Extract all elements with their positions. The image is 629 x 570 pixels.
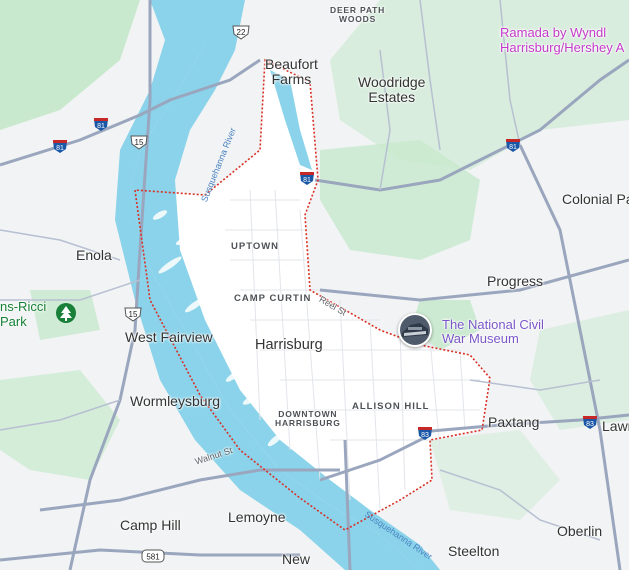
label-deer-path-woods: DEER PATH WOODS	[330, 5, 386, 25]
poi-ramada-label[interactable]: Ramada by Wyndl Harrisburg/Hershey A	[500, 25, 624, 56]
label-camp-curtin: CAMP CURTIN	[234, 293, 312, 304]
label-beaufort-farms[interactable]: Beaufort Farms	[265, 56, 318, 88]
label-allison-hill: ALLISON HILL	[352, 401, 430, 412]
svg-text:81: 81	[97, 123, 105, 130]
map-canvas[interactable]: 22 81 81 81 81 15 15 83 83 581 DEER PATH…	[0, 0, 629, 570]
label-uptown: UPTOWN	[231, 241, 280, 252]
label-lemoyne[interactable]: Lemoyne	[228, 509, 286, 525]
label-lawnton[interactable]: Lawn	[602, 418, 629, 434]
us15-top-number: 15	[135, 138, 144, 147]
label-woodridge-estates[interactable]: Woodridge Estates	[358, 74, 425, 106]
label-west-fairview[interactable]: West Fairview	[125, 329, 213, 345]
label-progress[interactable]: Progress	[487, 273, 543, 289]
poi-park-label[interactable]: ns-Ricci Park	[0, 299, 46, 330]
label-harrisburg[interactable]: Harrisburg	[255, 337, 323, 354]
tree-icon[interactable]	[56, 303, 76, 323]
us22-number: 22	[237, 28, 246, 37]
i81-mid-number: 81	[303, 177, 311, 184]
label-new-cumberland[interactable]: New	[282, 551, 310, 567]
i83-right-number: 83	[586, 421, 594, 428]
label-steelton[interactable]: Steelton	[448, 543, 499, 559]
label-paxtang[interactable]: Paxtang	[488, 414, 539, 430]
label-oberlin[interactable]: Oberlin	[557, 523, 602, 539]
label-colonial-park[interactable]: Colonial Park	[562, 191, 629, 207]
route581-number: 581	[146, 553, 160, 562]
i81-right-number: 81	[509, 144, 517, 151]
label-enola[interactable]: Enola	[76, 247, 112, 263]
i81-left-number: 81	[56, 145, 64, 152]
us15-bottom-number: 15	[129, 310, 138, 319]
museum-photo-icon[interactable]	[398, 313, 432, 347]
label-wormleysburg[interactable]: Wormleysburg	[130, 393, 220, 409]
label-camp-hill[interactable]: Camp Hill	[120, 517, 181, 533]
label-downtown-harrisburg: DOWNTOWN HARRISBURG	[275, 409, 341, 429]
i83-center-number: 83	[421, 432, 429, 439]
poi-museum-label[interactable]: The National Civil War Museum	[442, 317, 544, 347]
